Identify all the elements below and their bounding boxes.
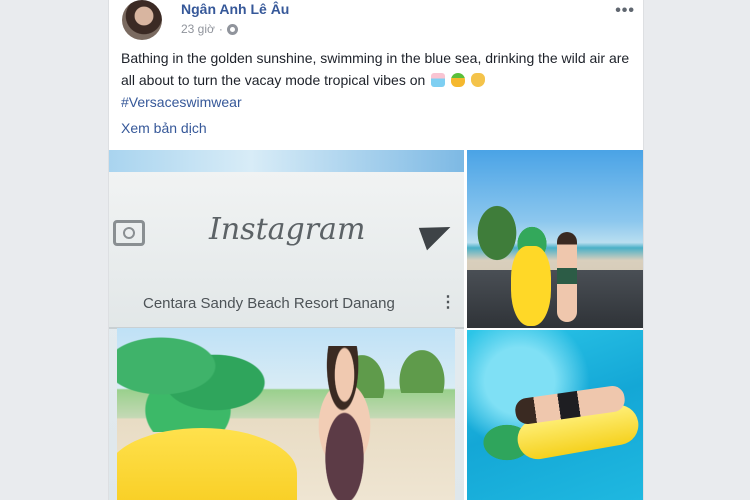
deck — [467, 270, 643, 328]
more-options-icon[interactable]: ••• — [615, 2, 635, 20]
pineapple-float-leaves — [117, 328, 287, 432]
frame-menu-icon: ⋮ — [440, 294, 456, 311]
post-photo-main[interactable]: Instagram Centara Sandy Beach Resort Dan… — [109, 150, 464, 500]
translate-link[interactable]: Xem bản dịch — [121, 120, 207, 136]
globe-icon[interactable] — [226, 23, 238, 35]
person-figure — [297, 346, 392, 500]
avatar[interactable] — [122, 0, 162, 40]
beach-emoji-icon — [431, 73, 446, 87]
hand-emoji-icon — [470, 73, 485, 87]
author-name[interactable]: Ngân Anh Lê Âu — [181, 1, 289, 17]
dot-separator: · — [218, 22, 223, 36]
post-card: Ngân Anh Lê Âu 23 giờ · ••• Bathing in t… — [108, 0, 644, 500]
hashtag-link[interactable]: #Versaceswimwear — [121, 94, 242, 110]
instagram-frame-prop: Instagram Centara Sandy Beach Resort Dan… — [109, 172, 464, 329]
pineapple-float — [511, 246, 551, 326]
post-meta: 23 giờ · — [181, 22, 238, 36]
palm-tree — [387, 333, 455, 393]
post-text: Bathing in the golden sunshine, swimming… — [121, 47, 633, 91]
post-body: Bathing in the golden sunshine, swimming… — [121, 50, 630, 88]
instagram-logo-text: Instagram — [209, 212, 366, 247]
person-figure — [557, 232, 577, 322]
pineapple-emoji-icon — [451, 73, 466, 87]
photo-beach-scene — [117, 328, 455, 500]
frame-location-text: Centara Sandy Beach Resort Danang — [143, 295, 395, 312]
send-icon — [418, 217, 456, 251]
camera-icon — [113, 220, 145, 246]
post-photo-secondary-1[interactable] — [467, 150, 643, 328]
post-header: Ngân Anh Lê Âu 23 giờ · ••• — [119, 0, 639, 44]
post-time[interactable]: 23 giờ — [181, 22, 215, 36]
post-photo-secondary-2[interactable] — [467, 330, 643, 500]
pineapple-float — [117, 428, 297, 500]
